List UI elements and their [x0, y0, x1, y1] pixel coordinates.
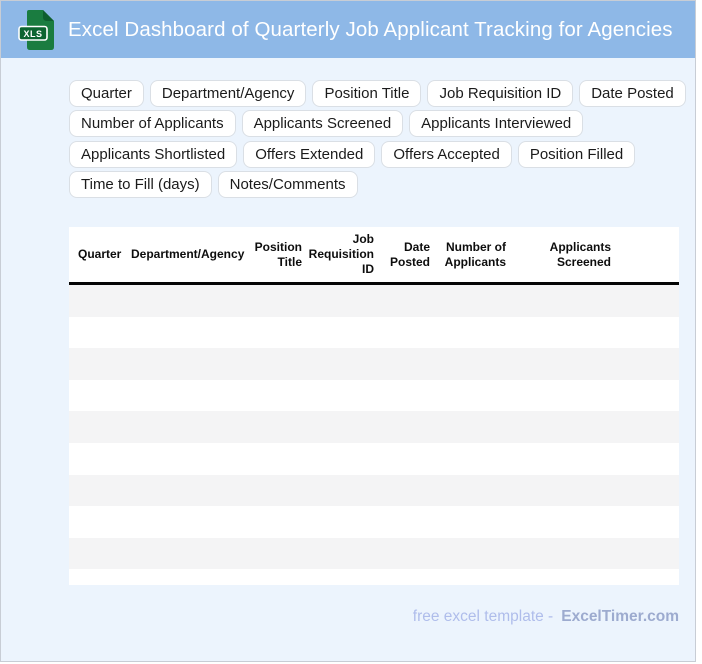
footer-brand-link[interactable]: ExcelTimer.com [561, 608, 679, 625]
footer-credit: free excel template - ExcelTimer.com [69, 608, 679, 626]
table-row [69, 411, 679, 443]
table-header-row: Quarter Department/Agency Position Title Jo… [69, 227, 679, 285]
chip-job-requisition-id[interactable]: Job Requisition ID [427, 80, 574, 107]
chip-quarter[interactable]: Quarter [69, 80, 144, 107]
column-header-department-agency: Department/Agency [131, 247, 245, 261]
xls-badge-label: XLS [23, 29, 42, 39]
tracking-table: Quarter Department/Agency Position Title Jo… [69, 227, 679, 586]
table-row [69, 537, 679, 570]
chip-row: Applicants Shortlisted Offers Extended Off… [69, 140, 689, 168]
xls-file-icon: XLS [18, 10, 54, 50]
chip-position-title[interactable]: Position Title [312, 80, 422, 107]
field-chip-list: Quarter Department/Agency Position Title Jo… [69, 80, 689, 202]
column-header-date-posted: Date Posted [389, 239, 430, 269]
chip-offers-accepted[interactable]: Offers Accepted [381, 140, 512, 168]
table-row [69, 316, 679, 349]
page-title: Excel Dashboard of Quarterly Job Applica… [68, 17, 673, 41]
chip-department-agency[interactable]: Department/Agency [149, 80, 307, 107]
chip-position-filled[interactable]: Position Filled [517, 140, 636, 168]
chip-row: Quarter Department/Agency Position Title Jo… [69, 80, 689, 107]
table-row [69, 348, 679, 380]
table-body [69, 285, 679, 586]
table-row [69, 379, 679, 412]
table-row [69, 442, 679, 475]
table-row [69, 506, 679, 538]
table-row [69, 285, 679, 317]
app-header: XLS Excel Dashboard of Quarterly Job App… [1, 1, 695, 58]
column-header-position-title: Position Title [254, 239, 302, 269]
footer-text: free excel template - [412, 608, 554, 625]
chip-date-posted[interactable]: Date Posted [579, 80, 686, 107]
column-header-job-requisition-id: Job Requisition ID [308, 232, 374, 276]
column-header-number-of-applicants: Number of Applicants [444, 239, 506, 269]
chip-number-of-applicants[interactable]: Number of Applicants [69, 110, 236, 138]
table-row [69, 474, 679, 507]
column-header-applicants-screened: Applicants Screened [549, 239, 611, 269]
chip-offers-extended[interactable]: Offers Extended [243, 140, 376, 168]
chip-applicants-screened[interactable]: Applicants Screened [241, 110, 404, 138]
chip-time-to-fill-days[interactable]: Time to Fill (days) [69, 171, 212, 199]
chip-applicants-shortlisted[interactable]: Applicants Shortlisted [69, 140, 238, 168]
chip-notes-comments[interactable]: Notes/Comments [217, 171, 358, 199]
chip-applicants-interviewed[interactable]: Applicants Interviewed [409, 110, 584, 138]
table-row [69, 569, 679, 586]
column-header-quarter: Quarter [78, 247, 122, 261]
page: XLS Excel Dashboard of Quarterly Job App… [0, 0, 696, 662]
chip-row: Number of Applicants Applicants Screened A… [69, 110, 689, 138]
chip-row: Time to Fill (days) Notes/Comments [69, 171, 689, 199]
